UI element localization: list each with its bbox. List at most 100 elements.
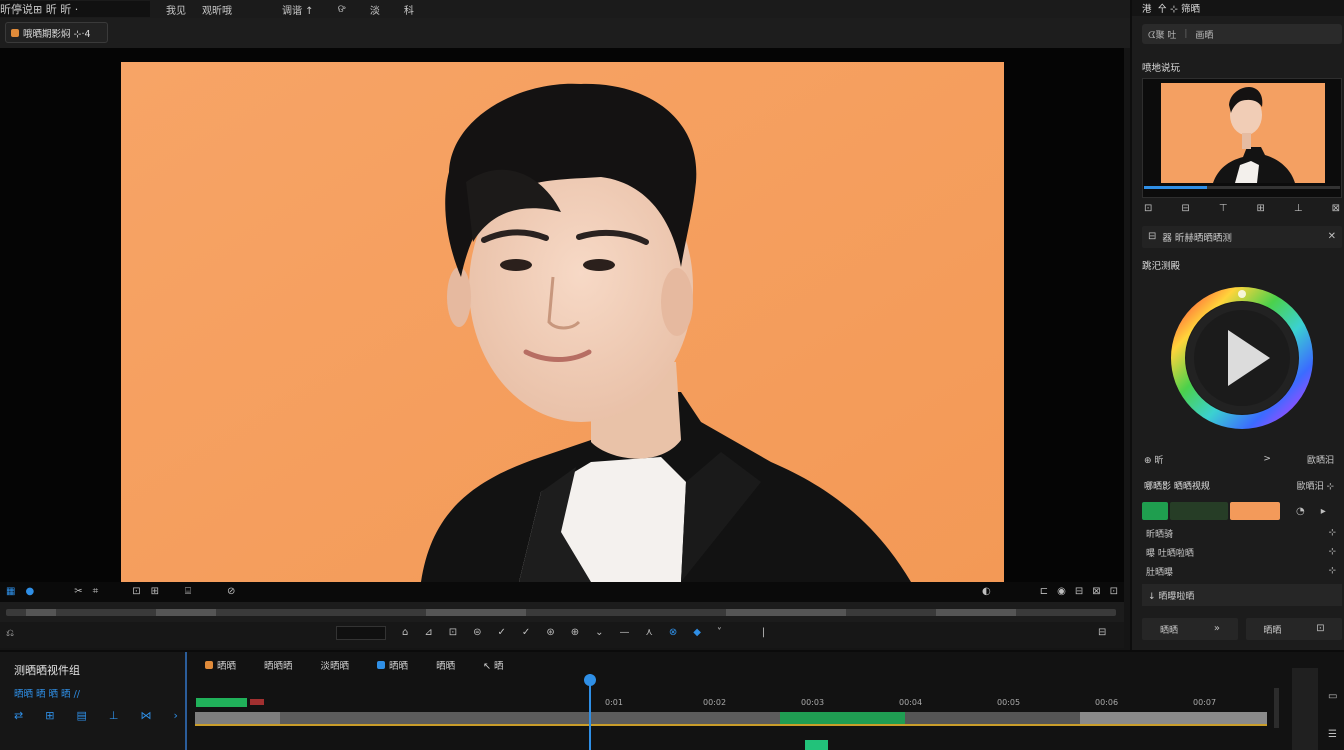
- swatch-dark-green[interactable]: [1170, 502, 1228, 520]
- track-clip[interactable]: [905, 712, 1080, 724]
- cut-icon[interactable]: ⊥: [109, 709, 119, 722]
- property-item[interactable]: 昕晒骑 ⊹: [1142, 524, 1342, 542]
- timeline-ruler[interactable]: 0:01 00:02 00:03 00:04 00:05 00:06 00:07: [195, 698, 1267, 710]
- minus-icon[interactable]: —: [619, 628, 629, 638]
- frame-icon[interactable]: ⊞: [151, 587, 159, 597]
- track-clip[interactable]: [1080, 712, 1267, 724]
- arrow-icon: »: [1213, 623, 1221, 634]
- arrow-icon[interactable]: ⋏: [645, 628, 652, 638]
- menu-item[interactable]: 观昕哦: [194, 0, 240, 18]
- grid-icon[interactable]: ⊟: [1075, 587, 1083, 597]
- apply-button[interactable]: 晒晒 »: [1142, 618, 1238, 640]
- caret-icon[interactable]: ˅: [717, 628, 722, 638]
- check-icon[interactable]: ✓: [498, 628, 506, 638]
- preview-video-frame[interactable]: [121, 62, 1004, 582]
- menu-group-file: 昕停说 ⊞ 昕 昕 ·: [0, 1, 150, 17]
- timeline-scrollbar[interactable]: [1274, 688, 1279, 728]
- move-icon[interactable]: ⇄: [14, 709, 23, 722]
- circle-icon[interactable]: ◐: [982, 587, 991, 597]
- check-icon[interactable]: ⌄: [595, 628, 603, 638]
- timeline-tab[interactable]: 晒晒晒: [264, 658, 293, 672]
- ruler-label: 00:04: [899, 698, 923, 707]
- magnet-icon[interactable]: ⋈: [140, 709, 151, 722]
- swatch-green[interactable]: [1142, 502, 1168, 520]
- marker-icon[interactable]: |: [762, 628, 765, 638]
- timeline-tab[interactable]: 晒晒: [436, 658, 455, 672]
- property-dropdown[interactable]: ↓ 晒曝啦晒: [1142, 584, 1342, 606]
- color-row[interactable]: ⊕ 昕 > 歐晒汨: [1140, 450, 1342, 468]
- grid-icon[interactable]: ⊞: [45, 709, 54, 722]
- timeline-marker[interactable]: [805, 740, 828, 750]
- inspector-search[interactable]: ᗧ聚 吐 | 画晒: [1142, 24, 1342, 44]
- preview-viewer[interactable]: [0, 48, 1124, 600]
- close-icon[interactable]: ✕: [1328, 232, 1336, 242]
- transform-icon[interactable]: ⊗: [669, 628, 677, 638]
- expand-icon[interactable]: ⊡: [1110, 587, 1118, 597]
- crop-icon[interactable]: ⊿: [424, 628, 432, 638]
- caption-icon[interactable]: ⊟: [1181, 204, 1189, 214]
- menu-item[interactable]: 淡: [358, 2, 392, 17]
- split-icon[interactable]: ⊥: [1294, 204, 1303, 214]
- comment-icon[interactable]: ▭: [1328, 692, 1337, 702]
- menu-item[interactable]: 科: [392, 2, 426, 17]
- layers-icon[interactable]: ▦: [6, 587, 15, 597]
- undo-icon[interactable]: ⎌: [6, 629, 14, 639]
- timeline-tab[interactable]: 晒晒: [205, 658, 236, 672]
- property-item[interactable]: 曝 吐晒啦晒 ⊹: [1142, 543, 1342, 561]
- layers-icon[interactable]: ▤: [76, 709, 86, 722]
- video-track[interactable]: [195, 712, 1267, 726]
- timecode-field[interactable]: [336, 626, 386, 640]
- shape-icon[interactable]: ⌂: [402, 628, 408, 638]
- track-clip[interactable]: [280, 712, 780, 724]
- fullscreen-icon[interactable]: ⊠: [1092, 587, 1100, 597]
- export-icon[interactable]: ⊜: [473, 628, 481, 638]
- list-icon[interactable]: ☰: [1328, 730, 1337, 740]
- playhead[interactable]: [584, 674, 596, 750]
- save-button[interactable]: 晒晒 ⊡: [1246, 618, 1342, 640]
- settings-icon[interactable]: ◉: [1057, 587, 1066, 597]
- track-clip[interactable]: [195, 712, 280, 724]
- thumbnail-progress[interactable]: [1144, 186, 1340, 189]
- menu-item[interactable]: 昕停说: [0, 0, 33, 18]
- property-item[interactable]: 肚晒曝 ⊹: [1142, 562, 1342, 580]
- scissors-icon[interactable]: ✂: [74, 587, 82, 597]
- text-icon[interactable]: ⊤: [1219, 204, 1228, 214]
- timeline-tab[interactable]: 晒晒: [377, 658, 408, 672]
- image-icon[interactable]: ⊡: [449, 628, 457, 638]
- menu-item[interactable]: ଙ: [326, 4, 358, 15]
- split-icon[interactable]: ⌸: [185, 587, 191, 597]
- swatch-orange[interactable]: [1230, 502, 1280, 520]
- chevron-right-icon[interactable]: ›: [173, 709, 177, 722]
- shield-icon[interactable]: ◆: [693, 628, 701, 638]
- menu-item[interactable]: 调谐 ↑: [270, 2, 326, 17]
- expand-icon[interactable]: ⊠: [1332, 204, 1340, 214]
- clip-thumbnail[interactable]: [1142, 78, 1342, 198]
- frame-icon[interactable]: ⊡: [1144, 204, 1152, 214]
- snapshot-icon[interactable]: ⊟: [1098, 628, 1106, 638]
- track-clip-selected[interactable]: [780, 712, 905, 724]
- flag-icon[interactable]: ▸: [1321, 502, 1326, 522]
- color-row-label: ⊕ 昕: [1144, 455, 1164, 466]
- color-row-arrow[interactable]: >: [1263, 454, 1271, 464]
- ruler-label: 00:03: [801, 698, 825, 707]
- crop-icon[interactable]: ⌗: [93, 587, 99, 597]
- audio-icon[interactable]: ⊏: [1040, 587, 1048, 597]
- image-icon[interactable]: ⊞: [1257, 204, 1265, 214]
- menu-item[interactable]: 我见: [158, 0, 194, 18]
- color-wheel[interactable]: [1168, 284, 1316, 432]
- split-icon[interactable]: ⊘: [227, 587, 235, 597]
- timeline-tab[interactable]: 淡晒晒: [321, 658, 350, 672]
- image-icon[interactable]: ⊛: [546, 628, 554, 638]
- scrubber-track[interactable]: [6, 609, 1116, 616]
- project-file-tab[interactable]: 哦晒期影焖 ⊹·4: [5, 22, 108, 43]
- reset-icon[interactable]: ◔: [1296, 502, 1305, 522]
- menu-item[interactable]: ⊞ 昕 昕 ·: [33, 0, 78, 18]
- video-editor-app: 昕停说 ⊞ 昕 昕 · 我见 观昕哦 调谐 ↑ ଙ 淡 科 哦晒期影焖 ⊹·4: [0, 0, 1344, 750]
- frame-icon[interactable]: ⊡: [132, 587, 140, 597]
- preview-scrubber[interactable]: [0, 602, 1124, 622]
- export-icon[interactable]: ⊕: [571, 628, 579, 638]
- timeline-tab[interactable]: ↖ 晒: [483, 658, 503, 672]
- effects-header[interactable]: ⊟ 器 昕赫晒晒晒测 ✕: [1142, 226, 1342, 248]
- globe-icon[interactable]: ●: [25, 587, 34, 597]
- check-icon[interactable]: ✓: [522, 628, 530, 638]
